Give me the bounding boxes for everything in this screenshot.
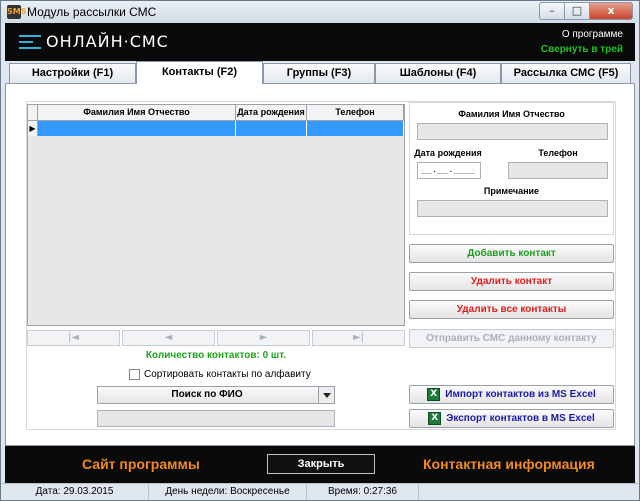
excel-icon: X [428,412,442,425]
status-bar: Дата: 29.03.2015 День недели: Воскресень… [1,483,639,500]
grid-header: Фамилия Имя Отчество Дата рождения Телеф… [28,105,404,121]
search-mode-select[interactable]: Поиск по ФИО [97,386,335,404]
note-label: Примечание [483,186,540,196]
note-field[interactable] [417,200,608,217]
contacts-grid[interactable]: Фамилия Имя Отчество Дата рождения Телеф… [27,104,405,326]
window-controls: – □ x [539,2,633,20]
sort-checkbox-label: Сортировать контакты по алфавиту [144,369,311,380]
search-input[interactable] [97,410,335,427]
prev-record-button[interactable]: ◄ [122,330,215,346]
title-bar: SMS Модуль рассылки СМС – □ x [1,1,639,23]
minimize-button[interactable]: – [539,2,565,20]
logo-mark-icon [19,34,41,49]
contact-info-link[interactable]: Контактная информация [423,456,595,472]
row-indicator-icon: ▶ [28,121,38,136]
import-excel-button[interactable]: X Импорт контактов из MS Excel [409,385,614,404]
export-excel-label: Экспорт контактов в MS Excel [446,413,595,424]
about-link[interactable]: О программе [562,29,623,40]
search-mode-value: Поиск по ФИО [171,389,243,400]
close-window-button[interactable]: x [590,2,633,20]
last-record-button[interactable]: ►| [312,330,405,346]
tab-sms-sending[interactable]: Рассылка СМС (F5) [501,63,631,83]
send-sms-to-contact-button[interactable]: Отправить СМС данному контакту [409,329,614,348]
contacts-count: Количество контактов: 0 шт. [145,350,287,361]
logo: ОНЛАЙН·СМС [19,32,169,51]
name-field[interactable] [417,123,608,140]
first-record-button[interactable]: |◄ [27,330,120,346]
column-header-name[interactable]: Фамилия Имя Отчество [38,105,236,120]
app-icon: SMS [7,5,26,19]
birthdate-field[interactable]: __.__.____ [417,162,481,179]
minimize-to-tray-link[interactable]: Свернуть в трей [541,44,623,55]
status-date: Дата: 29.03.2015 [1,484,149,500]
next-record-button[interactable]: ► [217,330,310,346]
maximize-button[interactable]: □ [565,2,590,20]
logo-text: ОНЛАЙН·СМС [46,32,169,51]
window-title: Модуль рассылки СМС [27,5,157,19]
tab-templates[interactable]: Шаблоны (F4) [375,63,501,83]
tab-settings[interactable]: Настройки (F1) [9,63,136,83]
cell-phone[interactable] [307,121,404,136]
status-time: Время: 0:27:36 [307,484,419,500]
column-header-birthdate[interactable]: Дата рождения [236,105,307,120]
export-excel-button[interactable]: X Экспорт контактов в MS Excel [409,409,614,428]
phone-label: Телефон [538,148,578,158]
app-window: SMS Модуль рассылки СМС – □ x ОНЛАЙН·СМС… [0,0,640,501]
delete-all-contacts-button[interactable]: Удалить все контакты [409,300,614,319]
tab-contacts[interactable]: Контакты (F2) [136,61,263,84]
status-empty [419,484,639,500]
sort-checkbox[interactable] [129,369,140,380]
delete-contact-button[interactable]: Удалить контакт [409,272,614,291]
tab-bar: Настройки (F1) Контакты (F2) Группы (F3)… [5,61,635,84]
cell-birthdate[interactable] [236,121,307,136]
chevron-down-icon[interactable] [318,387,334,403]
grid-navigation: |◄ ◄ ► ►| [27,330,405,346]
tab-groups[interactable]: Группы (F3) [263,63,375,83]
close-button[interactable]: Закрыть [267,454,375,474]
status-weekday: День недели: Воскресенье [149,484,307,500]
phone-field[interactable] [508,162,608,179]
app-footer: Сайт программы Закрыть Контактная информ… [5,446,635,483]
cell-name[interactable] [38,121,236,136]
table-row[interactable]: ▶ [28,121,404,136]
app-header: ОНЛАЙН·СМС О программе Свернуть в трей [5,23,635,61]
website-link[interactable]: Сайт программы [82,456,200,472]
import-excel-label: Импорт контактов из MS Excel [445,389,596,400]
contact-details-panel: Фамилия Имя Отчество Дата рождения Телеф… [409,102,614,235]
excel-icon: X [427,388,441,401]
birthdate-label: Дата рождения [414,148,482,158]
sort-option[interactable]: Сортировать контакты по алфавиту [129,369,311,380]
name-label: Фамилия Имя Отчество [458,109,565,119]
grid-corner [28,105,38,120]
add-contact-button[interactable]: Добавить контакт [409,244,614,263]
column-header-phone[interactable]: Телефон [307,105,404,120]
